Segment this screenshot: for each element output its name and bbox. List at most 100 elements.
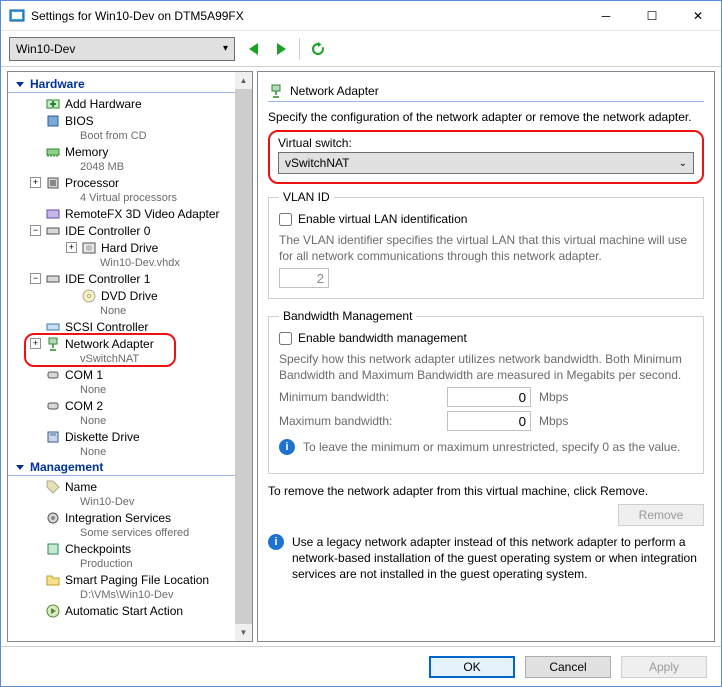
hdd-icon — [81, 240, 97, 256]
bw-min-label: Minimum bandwidth: — [279, 390, 439, 404]
content-panel: Network Adapter Specify the configuratio… — [257, 71, 715, 642]
remove-hint: To remove the network adapter from this … — [268, 484, 704, 498]
scroll-down-icon[interactable]: ▼ — [235, 624, 252, 641]
bw-unit: Mbps — [539, 414, 568, 428]
body: Hardware Add Hardware BIOS Boot from CD … — [1, 67, 721, 646]
bw-hint1: Specify how this network adapter utilize… — [279, 351, 693, 383]
tree-dvd[interactable]: DVD Drive — [64, 287, 252, 304]
bw-enable-label: Enable bandwidth management — [298, 331, 467, 345]
legacy-info: Use a legacy network adapter instead of … — [292, 534, 704, 582]
tree-scrollbar[interactable]: ▲ ▼ — [235, 72, 252, 641]
chip-icon — [45, 113, 61, 129]
vlan-enable-checkbox[interactable] — [279, 213, 292, 226]
dvd-icon — [81, 288, 97, 304]
nav-forward[interactable] — [271, 39, 291, 59]
checkpoint-icon — [45, 541, 61, 557]
serial-icon — [45, 398, 61, 414]
separator — [299, 38, 300, 60]
vm-selector-value: Win10-Dev — [16, 42, 75, 56]
chevron-down-icon: ⌄ — [679, 158, 687, 169]
tree-scsi[interactable]: SCSI Controller — [28, 318, 252, 335]
tree-processor-sub: 4 Virtual processors — [28, 191, 252, 205]
titlebar: Settings for Win10-Dev on DTM5A99FX ─ ☐ … — [1, 1, 721, 31]
refresh-button[interactable] — [308, 39, 328, 59]
vswitch-dropdown[interactable]: vSwitchNAT ⌄ — [278, 152, 694, 174]
add-hardware-icon — [45, 96, 61, 112]
serial-icon — [45, 367, 61, 383]
memory-icon — [45, 144, 61, 160]
tree-remotefx[interactable]: RemoteFX 3D Video Adapter — [28, 205, 252, 222]
scroll-up-icon[interactable]: ▲ — [235, 72, 252, 89]
close-button[interactable]: ✕ — [675, 1, 721, 31]
controller-icon — [45, 271, 61, 287]
panel-title: Network Adapter — [290, 84, 379, 98]
bw-max-input — [447, 411, 531, 431]
bw-legend: Bandwidth Management — [279, 309, 416, 323]
toolbar: Win10-Dev ▾ — [1, 31, 721, 67]
tree-add-hardware[interactable]: Add Hardware — [28, 95, 252, 112]
remove-button: Remove — [618, 504, 704, 526]
section-hardware: Hardware — [8, 76, 252, 93]
tree-bios[interactable]: BIOS — [28, 112, 252, 129]
tag-icon — [45, 479, 61, 495]
tree-name[interactable]: Name — [28, 478, 252, 495]
tree-com2[interactable]: COM 2 — [28, 397, 252, 414]
tree-bios-sub: Boot from CD — [28, 129, 252, 143]
tree-ide1[interactable]: − IDE Controller 1 — [28, 270, 252, 287]
panel-header: Network Adapter — [268, 80, 704, 102]
controller-icon — [45, 223, 61, 239]
vlan-id-input — [279, 268, 329, 288]
tree-checkpoints[interactable]: Checkpoints — [28, 540, 252, 557]
vswitch-highlight: Virtual switch: vSwitchNAT ⌄ — [268, 130, 704, 184]
bw-unit: Mbps — [539, 390, 568, 404]
tree-network-adapter-sub: vSwitchNAT — [28, 352, 252, 366]
bw-max-label: Maximum bandwidth: — [279, 414, 439, 428]
ok-button[interactable]: OK — [429, 656, 515, 678]
network-icon — [268, 83, 284, 99]
vlan-group: VLAN ID Enable virtual LAN identificatio… — [268, 190, 704, 299]
section-management: Management — [8, 459, 252, 476]
info-icon: i — [268, 534, 284, 550]
refresh-icon — [310, 41, 326, 57]
tree-diskette[interactable]: Diskette Drive — [28, 428, 252, 445]
tree-dvd-sub: None — [64, 304, 252, 318]
vlan-legend: VLAN ID — [279, 190, 334, 204]
tree-memory[interactable]: Memory — [28, 143, 252, 160]
maximize-button[interactable]: ☐ — [629, 1, 675, 31]
floppy-icon — [45, 429, 61, 445]
settings-tree[interactable]: Hardware Add Hardware BIOS Boot from CD … — [7, 71, 253, 642]
info-icon: i — [279, 439, 295, 455]
minimize-button[interactable]: ─ — [583, 1, 629, 31]
tree-com1[interactable]: COM 1 — [28, 366, 252, 383]
scsi-icon — [45, 319, 61, 335]
tree-ide0[interactable]: − IDE Controller 0 — [28, 222, 252, 239]
bandwidth-group: Bandwidth Management Enable bandwidth ma… — [268, 309, 704, 474]
vlan-hint: The VLAN identifier specifies the virtua… — [279, 232, 693, 264]
vswitch-label: Virtual switch: — [278, 136, 694, 150]
window-title: Settings for Win10-Dev on DTM5A99FX — [31, 9, 583, 23]
vlan-enable-label: Enable virtual LAN identification — [298, 212, 467, 226]
tree-hard-drive[interactable]: + Hard Drive — [64, 239, 252, 256]
settings-window: Settings for Win10-Dev on DTM5A99FX ─ ☐ … — [0, 0, 722, 687]
autostart-icon — [45, 603, 61, 619]
bw-enable-checkbox[interactable] — [279, 332, 292, 345]
cpu-icon — [45, 175, 61, 191]
tree-paging[interactable]: Smart Paging File Location — [28, 571, 252, 588]
tree-memory-sub: 2048 MB — [28, 160, 252, 174]
cancel-button[interactable]: Cancel — [525, 656, 611, 678]
apply-button: Apply — [621, 656, 707, 678]
tree-integration[interactable]: Integration Services — [28, 509, 252, 526]
nav-back[interactable] — [243, 39, 263, 59]
tree-network-adapter[interactable]: + Network Adapter — [28, 335, 252, 352]
services-icon — [45, 510, 61, 526]
vswitch-value: vSwitchNAT — [285, 156, 349, 170]
scroll-thumb[interactable] — [235, 89, 252, 624]
app-icon — [9, 8, 25, 24]
tree-processor[interactable]: + Processor — [28, 174, 252, 191]
tree-autostart[interactable]: Automatic Start Action — [28, 602, 252, 619]
collapse-icon[interactable]: − — [30, 225, 41, 236]
expand-icon[interactable]: + — [30, 177, 41, 188]
chevron-down-icon: ▾ — [223, 43, 228, 54]
vm-selector[interactable]: Win10-Dev ▾ — [9, 37, 235, 61]
tree-hard-drive-sub: Win10-Dev.vhdx — [64, 256, 252, 270]
